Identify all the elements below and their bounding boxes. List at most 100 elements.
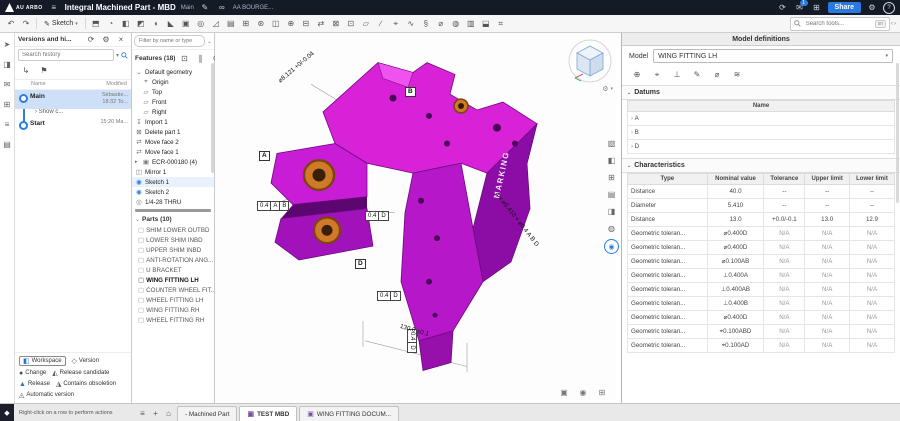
datum-row[interactable]: › B <box>628 126 895 140</box>
characteristic-row[interactable]: Distance13.0+0.0/-0.113.012.9 <box>628 213 895 227</box>
legend-item-change[interactable]: ●Change <box>19 369 46 377</box>
loft-tool-icon[interactable]: ◩ <box>134 17 148 30</box>
delete-face-icon[interactable]: ⊠ <box>329 17 343 30</box>
settings-gear-icon[interactable]: ⚙ <box>866 2 878 14</box>
feature-control-frame[interactable]: 0.4D <box>365 211 389 221</box>
copy-link-icon[interactable]: ∞ <box>216 2 228 14</box>
characteristic-row[interactable]: Distance40.0------ <box>628 185 895 199</box>
branch-view-icon[interactable]: ↳ <box>19 64 33 77</box>
app-logo[interactable]: AU ARBO <box>5 3 43 12</box>
part-item[interactable]: ▢COUNTER WHEEL FIT... <box>132 285 214 295</box>
revolve-tool-icon[interactable]: ◔ <box>104 17 118 30</box>
feature-filter-input[interactable] <box>134 35 205 47</box>
comments-icon[interactable]: ✉ <box>0 78 14 91</box>
plane-tool-icon[interactable]: ▱ <box>359 17 373 30</box>
feature-control-frame[interactable]: 0.4AB <box>257 201 289 211</box>
characteristic-row[interactable]: Geometric toleran...⌀0.400DN/AN/AN/A <box>628 241 895 255</box>
characteristic-row[interactable]: Geometric toleran...⌖0.100ABDN/AN/AN/A <box>628 325 895 339</box>
share-button[interactable]: Share <box>828 2 861 13</box>
feature-item[interactable]: ◫Mirror 1 <box>132 167 214 177</box>
datum-flag[interactable]: B <box>405 87 416 97</box>
feature-item[interactable]: ⌄Default geometry <box>132 67 214 77</box>
shell-tool-icon[interactable]: ▣ <box>179 17 193 30</box>
edit-definition-icon[interactable]: ✎ <box>689 67 705 82</box>
main-menu-icon[interactable]: ≡ <box>48 2 60 14</box>
characteristic-row[interactable]: Geometric toleran...⊥0.400BN/AN/AN/A <box>628 297 895 311</box>
characteristic-row[interactable]: Geometric toleran...⌀0.400DN/AN/AN/A <box>628 227 895 241</box>
measure-tool-icon[interactable]: ⌀ <box>434 17 448 30</box>
legend-item-contains-obsoletion[interactable]: ◮Contains obsoletion <box>56 380 116 388</box>
sync-icon[interactable]: ⟳ <box>777 2 789 14</box>
element-tab[interactable]: - Machined Part <box>177 406 237 421</box>
feature-item[interactable]: ⌖Origin <box>132 77 214 87</box>
explode-icon[interactable]: ⊞ <box>604 171 619 184</box>
version-row[interactable]: MainSébastie...18:32 To... <box>15 90 131 109</box>
part-item[interactable]: ▢UPPER SHIM INBD <box>132 245 214 255</box>
characteristic-row[interactable]: Geometric toleran...⌀0.100ABN/AN/AN/A <box>628 255 895 269</box>
part-item[interactable]: ▢WHEEL FITTING RH <box>132 315 214 325</box>
undo-button[interactable]: ↶ <box>4 17 18 30</box>
curve-tool-icon[interactable]: ∿ <box>404 17 418 30</box>
insert-icon[interactable]: ⊡ <box>177 52 191 65</box>
search-tools-input[interactable] <box>804 20 872 28</box>
part-item[interactable]: ▢WING FITTING RH <box>132 305 214 315</box>
mbd-mode-icon[interactable]: ◉ <box>604 239 619 254</box>
feature-item[interactable]: ▱Front <box>132 97 214 107</box>
part-item[interactable]: ▢ANTI-ROTATION ANG... <box>132 255 214 265</box>
tab-menu-icon[interactable]: ≡ <box>136 407 149 420</box>
display-states-icon[interactable]: ◍ <box>604 222 619 235</box>
refresh-icon[interactable]: ⟳ <box>84 33 98 46</box>
draft-tool-icon[interactable]: ◿ <box>209 17 223 30</box>
feature-item[interactable]: ◉Sketch 1 <box>132 177 214 187</box>
boolean-tool-icon[interactable]: ⊕ <box>284 17 298 30</box>
redo-button[interactable]: ↷ <box>19 17 33 30</box>
snapshot-icon[interactable]: ▣ <box>557 386 571 399</box>
viewport-3d[interactable]: MARKING ⌀8.121 +0/-0.040.4AB0.4D0.4D0.4D… <box>215 33 621 403</box>
feature-item[interactable]: ↧Import 1 <box>132 117 214 127</box>
home-icon[interactable]: ⌂ <box>162 407 175 420</box>
filter-caret-icon[interactable]: ⌄ <box>207 38 212 45</box>
mass-props-icon[interactable]: ◍ <box>449 17 463 30</box>
close-icon[interactable]: × <box>114 33 128 46</box>
help-button[interactable]: ? <box>883 2 895 14</box>
rollback-icon[interactable]: ∥ <box>193 52 207 65</box>
axis-tool-icon[interactable]: ∕ <box>374 17 388 30</box>
parts-header[interactable]: ⌄ Parts (10) <box>132 214 214 225</box>
legend-item-release[interactable]: ▲Release <box>19 380 50 388</box>
toolbar-scroll-left-icon[interactable]: ‹ <box>891 21 893 27</box>
notifications-icon[interactable]: ✉1 <box>794 2 806 14</box>
characteristic-row[interactable]: Geometric toleran...⌖0.100ADN/AN/AN/A <box>628 339 895 353</box>
characteristics-section-header[interactable]: ⌄ Characteristics <box>622 158 900 173</box>
split-tool-icon[interactable]: ⊟ <box>299 17 313 30</box>
chamfer-tool-icon[interactable]: ◣ <box>164 17 178 30</box>
appearance-panel-icon[interactable]: ▤ <box>604 188 619 201</box>
part-item[interactable]: ▢U BRACKET <box>132 265 214 275</box>
helix-tool-icon[interactable]: § <box>419 17 433 30</box>
show-changes-link[interactable]: › Show c... <box>15 109 131 117</box>
model-select[interactable]: WING FITTING LH ▾ <box>653 49 893 63</box>
feature-item[interactable]: ▱Top <box>132 87 214 97</box>
toolbar-scroll-right-icon[interactable]: › <box>894 21 896 27</box>
list-icon[interactable]: ▤ <box>0 138 14 151</box>
extrude-tool-icon[interactable]: ⬒ <box>89 17 103 30</box>
part-item[interactable]: ▢LOWER SHIM INBD <box>132 235 214 245</box>
perpendicularity-icon[interactable]: ⊥ <box>669 67 685 82</box>
view-cube[interactable] <box>567 38 613 84</box>
characteristic-row[interactable]: Geometric toleran...⌀0.400DN/AN/AN/A <box>628 311 895 325</box>
frame-tool-icon[interactable]: ⌗ <box>494 17 508 30</box>
app-mark-icon[interactable]: ◆ <box>0 404 14 421</box>
expander-icon[interactable]: ▸ <box>135 159 140 165</box>
characteristic-row[interactable]: Diameter5.410------ <box>628 199 895 213</box>
version-row[interactable]: Start15:20 Ma... <box>15 117 131 136</box>
feature-item[interactable]: ⇄Move face 2 <box>132 137 214 147</box>
apps-grid-icon[interactable]: ⊞ <box>811 2 823 14</box>
panels-icon[interactable]: ◨ <box>0 58 14 71</box>
isolate-icon[interactable]: ▧ <box>604 137 619 150</box>
characteristic-row[interactable]: Geometric toleran...⊥0.400AN/AN/AN/A <box>628 269 895 283</box>
add-characteristic-icon[interactable]: ⊕ <box>629 67 645 82</box>
datum-target-icon[interactable]: ⌖ <box>649 67 665 82</box>
grid-toggle-icon[interactable]: ⊞ <box>595 386 609 399</box>
replace-face-icon[interactable]: ⊡ <box>344 17 358 30</box>
datum-flag[interactable]: A <box>259 151 270 161</box>
legend-item-release-candidate[interactable]: ◭Release candidate <box>52 369 109 377</box>
